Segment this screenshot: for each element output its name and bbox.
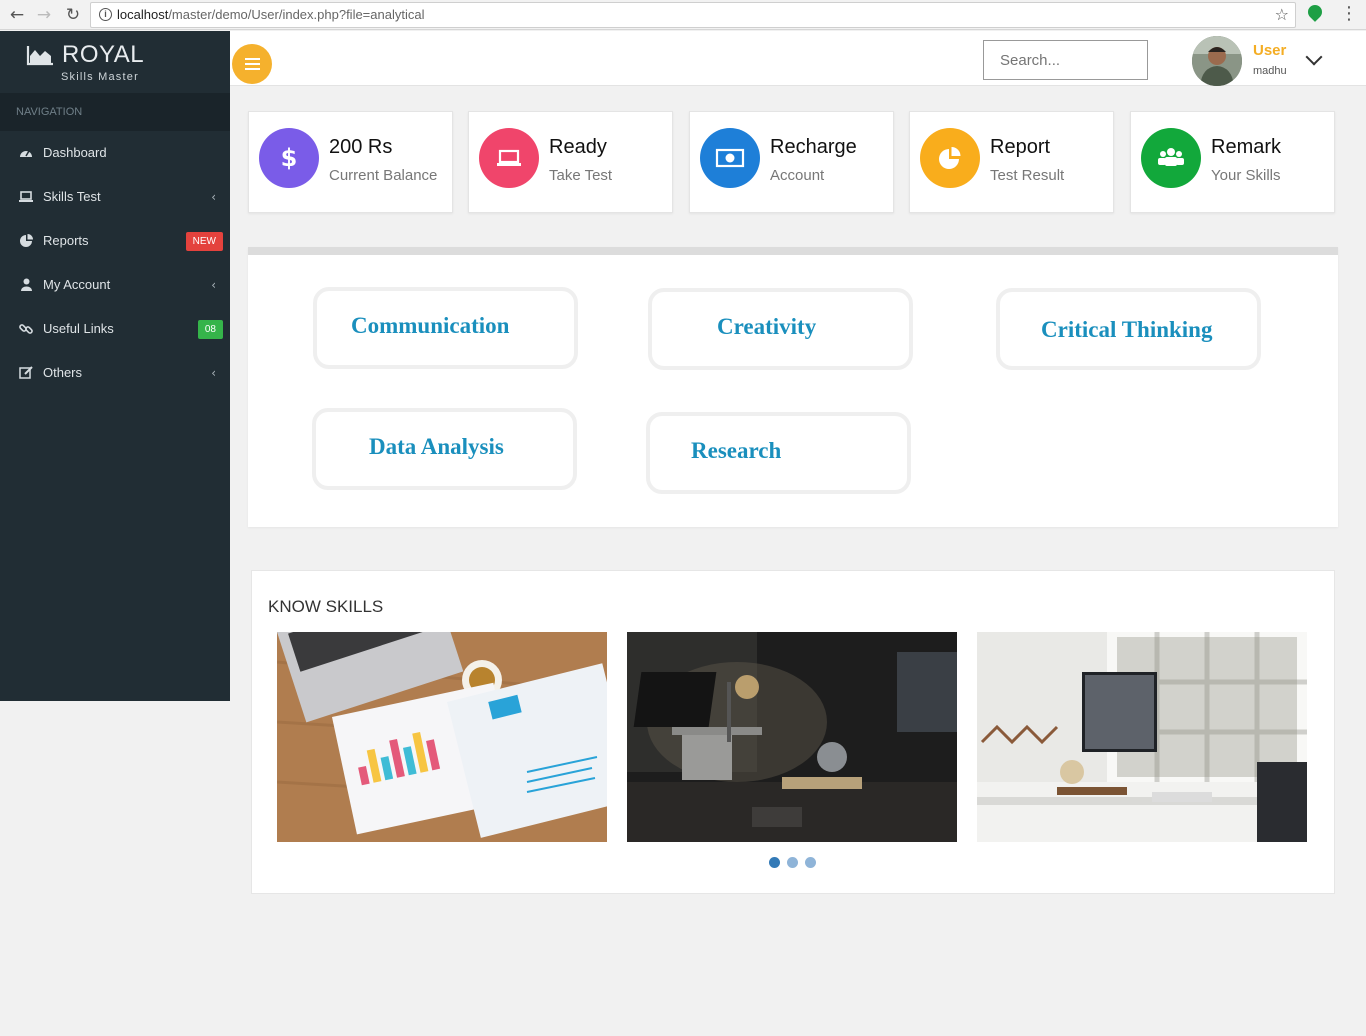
skill-label: Critical Thinking — [1041, 317, 1213, 342]
extension-icon[interactable] — [1305, 2, 1325, 22]
logo[interactable]: ROYAL Skills Master — [0, 31, 230, 93]
skill-button-communication[interactable]: Communication — [313, 287, 578, 369]
laptop-icon — [18, 175, 34, 219]
user-subtitle: madhu — [1253, 65, 1287, 77]
back-icon[interactable]: ← — [6, 4, 28, 26]
sidebar-item-reports[interactable]: Reports NEW — [0, 219, 230, 263]
address-bar[interactable]: i localhost/master/demo/User/index.php?f… — [90, 2, 1296, 28]
carousel-dot-2[interactable] — [787, 857, 798, 868]
stat-value: 200 Rs — [329, 136, 393, 158]
skill-button-creativity[interactable]: Creativity — [648, 288, 913, 370]
dashboard-icon — [18, 131, 34, 175]
dollar-icon: $ — [259, 128, 319, 188]
sidebar-item-label: Dashboard — [43, 145, 107, 160]
section-title: KNOW SKILLS — [268, 597, 384, 616]
browser-menu-icon[interactable]: ⋮ — [1340, 3, 1358, 24]
nav-header: NAVIGATION — [0, 93, 230, 131]
skill-button-research[interactable]: Research — [646, 412, 911, 494]
carousel-image-desk-charts[interactable] — [277, 632, 607, 842]
stat-card-remark[interactable]: Remark Your Skills — [1130, 111, 1335, 213]
stat-label: Test Result — [990, 167, 1065, 184]
skill-label: Creativity — [717, 314, 817, 339]
user-name[interactable]: User — [1253, 42, 1286, 59]
money-icon — [700, 128, 760, 188]
stat-value: Remark — [1211, 136, 1282, 158]
url-path: /master/demo/User/index.php?file=analyti… — [168, 7, 425, 22]
avatar-photo — [1192, 36, 1242, 86]
info-icon[interactable]: i — [99, 8, 112, 21]
carousel-image-bright-desk[interactable] — [977, 632, 1307, 842]
carousel-image-dark-desk[interactable] — [627, 632, 957, 842]
skill-label: Research — [691, 438, 782, 463]
area-chart-logo-icon — [26, 46, 53, 66]
carousel-dot-1[interactable] — [769, 857, 780, 868]
stat-label: Your Skills — [1211, 167, 1281, 184]
sidebar-item-my-account[interactable]: My Account ‹ — [0, 263, 230, 307]
chevron-left-icon: ‹ — [211, 278, 216, 292]
sidebar-item-others[interactable]: Others ‹ — [0, 351, 230, 395]
skill-label: Communication — [351, 313, 510, 338]
pie-chart-icon — [920, 128, 980, 188]
sidebar-item-label: Others — [43, 365, 83, 380]
stat-label: Account — [770, 167, 825, 184]
top-header: User madhu — [230, 31, 1366, 86]
link-icon — [18, 307, 34, 351]
stat-label: Current Balance — [329, 167, 438, 184]
stat-value: Ready — [549, 136, 607, 158]
reload-icon[interactable]: ↻ — [62, 4, 84, 26]
stat-card-recharge[interactable]: Recharge Account — [689, 111, 894, 213]
chevron-left-icon: ‹ — [211, 190, 216, 204]
sidebar-item-label: Reports — [43, 233, 89, 248]
sidebar-item-label: Skills Test — [43, 189, 101, 204]
stat-value: Report — [990, 136, 1051, 158]
skill-button-data-analysis[interactable]: Data Analysis — [312, 408, 577, 490]
sidebar-item-label: Useful Links — [43, 321, 114, 336]
edit-icon — [18, 351, 34, 395]
count-badge: 08 — [197, 320, 223, 339]
users-icon — [1141, 128, 1201, 188]
logo-subtitle: Skills Master — [61, 71, 139, 83]
skills-panel: Communication Creativity Critical Thinki… — [248, 247, 1338, 527]
sidebar-item-label: My Account — [43, 277, 111, 292]
avatar[interactable] — [1192, 36, 1242, 86]
carousel-dot-3[interactable] — [805, 857, 816, 868]
pie-chart-icon — [18, 219, 34, 263]
browser-toolbar: ← → ↻ i localhost/master/demo/User/index… — [0, 0, 1366, 30]
laptop-icon — [479, 128, 539, 188]
sidebar-item-skills-test[interactable]: Skills Test ‹ — [0, 175, 230, 219]
chevron-left-icon: ‹ — [211, 366, 216, 380]
sidebar-item-useful-links[interactable]: Useful Links 08 — [0, 307, 230, 351]
logo-title: ROYAL — [62, 41, 145, 68]
hamburger-menu-button[interactable] — [232, 44, 272, 84]
chevron-down-icon[interactable] — [1305, 48, 1323, 66]
new-badge: NEW — [185, 232, 223, 251]
url-host: localhost — [117, 7, 169, 22]
stat-card-ready[interactable]: Ready Take Test — [468, 111, 673, 213]
stat-value: Recharge — [770, 136, 857, 158]
search-input[interactable] — [983, 40, 1148, 80]
sidebar-item-dashboard[interactable]: Dashboard — [0, 131, 230, 175]
skill-label: Data Analysis — [369, 434, 504, 459]
stat-card-report[interactable]: Report Test Result — [909, 111, 1114, 213]
bookmark-star-icon[interactable]: ☆ — [1275, 3, 1289, 27]
sidebar: ROYAL Skills Master NAVIGATION Dashboard… — [0, 31, 230, 701]
svg-text:$: $ — [281, 144, 298, 172]
skill-button-critical-thinking[interactable]: Critical Thinking — [996, 288, 1261, 370]
stat-card-balance[interactable]: $ 200 Rs Current Balance — [248, 111, 453, 213]
forward-icon[interactable]: → — [33, 4, 55, 26]
know-skills-section: KNOW SKILLS — [251, 570, 1335, 894]
stat-label: Take Test — [549, 167, 613, 184]
user-icon — [18, 263, 34, 307]
